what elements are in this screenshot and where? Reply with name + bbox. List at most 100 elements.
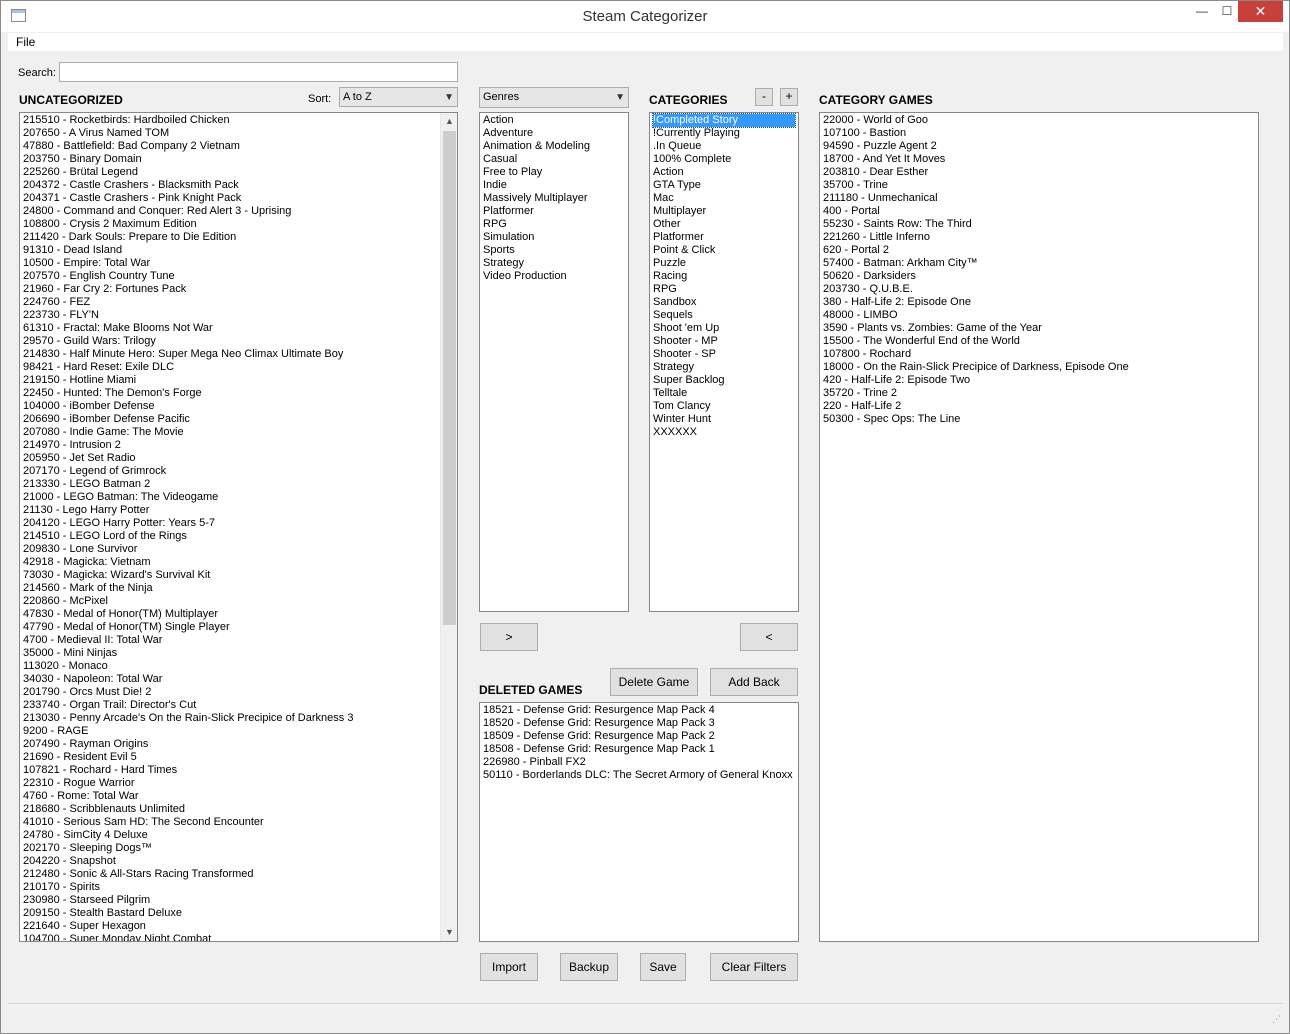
list-item[interactable]: 35700 - Trine [823,179,1255,192]
remove-from-category-button[interactable]: < [740,623,798,651]
list-item[interactable]: 214510 - LEGO Lord of the Rings [23,530,437,543]
add-back-button[interactable]: Add Back [710,668,798,696]
list-item[interactable]: Adventure [483,127,625,140]
add-category-button[interactable]: + [780,88,798,106]
list-item[interactable]: 4760 - Rome: Total War [23,790,437,803]
list-item[interactable]: 209150 - Stealth Bastard Deluxe [23,907,437,920]
list-item[interactable]: 620 - Portal 2 [823,244,1255,257]
list-item[interactable]: 21690 - Resident Evil 5 [23,751,437,764]
list-item[interactable]: Puzzle [653,257,795,270]
list-item[interactable]: Shoot 'em Up [653,322,795,335]
list-item[interactable]: 61310 - Fractal: Make Blooms Not War [23,322,437,335]
list-item[interactable]: Sandbox [653,296,795,309]
list-item[interactable]: 18521 - Defense Grid: Resurgence Map Pac… [483,704,795,717]
list-item[interactable]: 204120 - LEGO Harry Potter: Years 5-7 [23,517,437,530]
list-item[interactable]: 220 - Half-Life 2 [823,400,1255,413]
list-item[interactable]: 18700 - And Yet It Moves [823,153,1255,166]
list-item[interactable]: GTA Type [653,179,795,192]
list-item[interactable]: Telltale [653,387,795,400]
list-item[interactable]: Action [483,114,625,127]
list-item[interactable]: 35000 - Mini Ninjas [23,647,437,660]
list-item[interactable]: 230980 - Starseed Pilgrim [23,894,437,907]
list-item[interactable]: 4700 - Medieval II: Total War [23,634,437,647]
save-button[interactable]: Save [640,953,686,981]
list-item[interactable]: Video Production [483,270,625,283]
scroll-up-icon[interactable]: ▲ [441,113,457,130]
list-item[interactable]: 207650 - A Virus Named TOM [23,127,437,140]
list-item[interactable]: 213030 - Penny Arcade's On the Rain-Slic… [23,712,437,725]
list-item[interactable]: 220860 - McPixel [23,595,437,608]
list-item[interactable]: 207570 - English Country Tune [23,270,437,283]
filter-select[interactable]: Genres ▼ [479,87,629,108]
list-item[interactable]: 41010 - Serious Sam HD: The Second Encou… [23,816,437,829]
list-item[interactable]: !Currently Playing [653,127,795,140]
list-item[interactable]: Multiplayer [653,205,795,218]
uncategorized-scrollbar[interactable]: ▲ ▼ [440,113,457,941]
list-item[interactable]: 214970 - Intrusion 2 [23,439,437,452]
list-item[interactable]: 207080 - Indie Game: The Movie [23,426,437,439]
list-item[interactable]: 107100 - Bastion [823,127,1255,140]
list-item[interactable]: 204220 - Snapshot [23,855,437,868]
list-item[interactable]: 18508 - Defense Grid: Resurgence Map Pac… [483,743,795,756]
list-item[interactable]: Simulation [483,231,625,244]
list-item[interactable]: .In Queue [653,140,795,153]
list-item[interactable]: Shooter - SP [653,348,795,361]
list-item[interactable]: Shooter - MP [653,335,795,348]
list-item[interactable]: 221640 - Super Hexagon [23,920,437,933]
list-item[interactable]: 94590 - Puzzle Agent 2 [823,140,1255,153]
list-item[interactable]: 104000 - iBomber Defense [23,400,437,413]
list-item[interactable]: 218680 - Scribblenauts Unlimited [23,803,437,816]
list-item[interactable]: 107821 - Rochard - Hard Times [23,764,437,777]
list-item[interactable]: 221260 - Little Inferno [823,231,1255,244]
list-item[interactable]: Sports [483,244,625,257]
list-item[interactable]: 100% Complete [653,153,795,166]
list-item[interactable]: RPG [483,218,625,231]
list-item[interactable]: 213330 - LEGO Batman 2 [23,478,437,491]
list-item[interactable]: 104700 - Super Monday Night Combat [23,933,437,941]
add-to-category-button[interactable]: > [480,623,538,651]
list-item[interactable]: 215510 - Rocketbirds: Hardboiled Chicken [23,114,437,127]
list-item[interactable]: Sequels [653,309,795,322]
list-item[interactable]: 50110 - Borderlands DLC: The Secret Armo… [483,769,795,782]
list-item[interactable]: 35720 - Trine 2 [823,387,1255,400]
list-item[interactable]: 380 - Half-Life 2: Episode One [823,296,1255,309]
list-item[interactable]: 203810 - Dear Esther [823,166,1255,179]
deleted-games-list[interactable]: 18521 - Defense Grid: Resurgence Map Pac… [479,702,799,942]
scroll-down-icon[interactable]: ▼ [441,924,457,941]
import-button[interactable]: Import [480,953,538,981]
list-item[interactable]: 205950 - Jet Set Radio [23,452,437,465]
filter-list[interactable]: Action Adventure Animation & Modeling Casua… [479,112,629,612]
list-item[interactable]: 55230 - Saints Row: The Third [823,218,1255,231]
list-item[interactable]: Platformer [653,231,795,244]
list-item[interactable]: 18509 - Defense Grid: Resurgence Map Pac… [483,730,795,743]
list-item[interactable]: 47830 - Medal of Honor(TM) Multiplayer [23,608,437,621]
list-item[interactable]: 22000 - World of Goo [823,114,1255,127]
list-item[interactable]: 98421 - Hard Reset: Exile DLC [23,361,437,374]
list-item[interactable]: Winter Hunt [653,413,795,426]
list-item[interactable]: 225260 - Brütal Legend [23,166,437,179]
list-item[interactable]: 212480 - Sonic & All-Stars Racing Transf… [23,868,437,881]
delete-game-button[interactable]: Delete Game [610,668,698,696]
list-item[interactable]: 21960 - Far Cry 2: Fortunes Pack [23,283,437,296]
list-item[interactable]: 108800 - Crysis 2 Maximum Edition [23,218,437,231]
scroll-thumb[interactable] [443,131,456,625]
list-item[interactable]: Casual [483,153,625,166]
resize-grip-icon[interactable]: ⋰ [1272,1014,1281,1025]
backup-button[interactable]: Backup [560,953,618,981]
close-icon[interactable]: ✕ [1238,1,1283,22]
list-item[interactable]: 204371 - Castle Crashers - Pink Knight P… [23,192,437,205]
list-item[interactable]: Other [653,218,795,231]
list-item[interactable]: 211420 - Dark Souls: Prepare to Die Edit… [23,231,437,244]
categories-list[interactable]: !Completed Story !Currently Playing .In Qu… [649,112,799,612]
list-item[interactable]: 22310 - Rogue Warrior [23,777,437,790]
list-item[interactable]: 47790 - Medal of Honor(TM) Single Player [23,621,437,634]
list-item[interactable]: 420 - Half-Life 2: Episode Two [823,374,1255,387]
list-item[interactable]: Free to Play [483,166,625,179]
list-item[interactable]: 50620 - Darksiders [823,270,1255,283]
list-item[interactable]: 206690 - iBomber Defense Pacific [23,413,437,426]
list-item[interactable]: Indie [483,179,625,192]
list-item[interactable]: 21130 - Lego Harry Potter [23,504,437,517]
menu-file[interactable]: File [16,35,35,49]
list-item[interactable]: 214560 - Mark of the Ninja [23,582,437,595]
list-item[interactable]: Action [653,166,795,179]
